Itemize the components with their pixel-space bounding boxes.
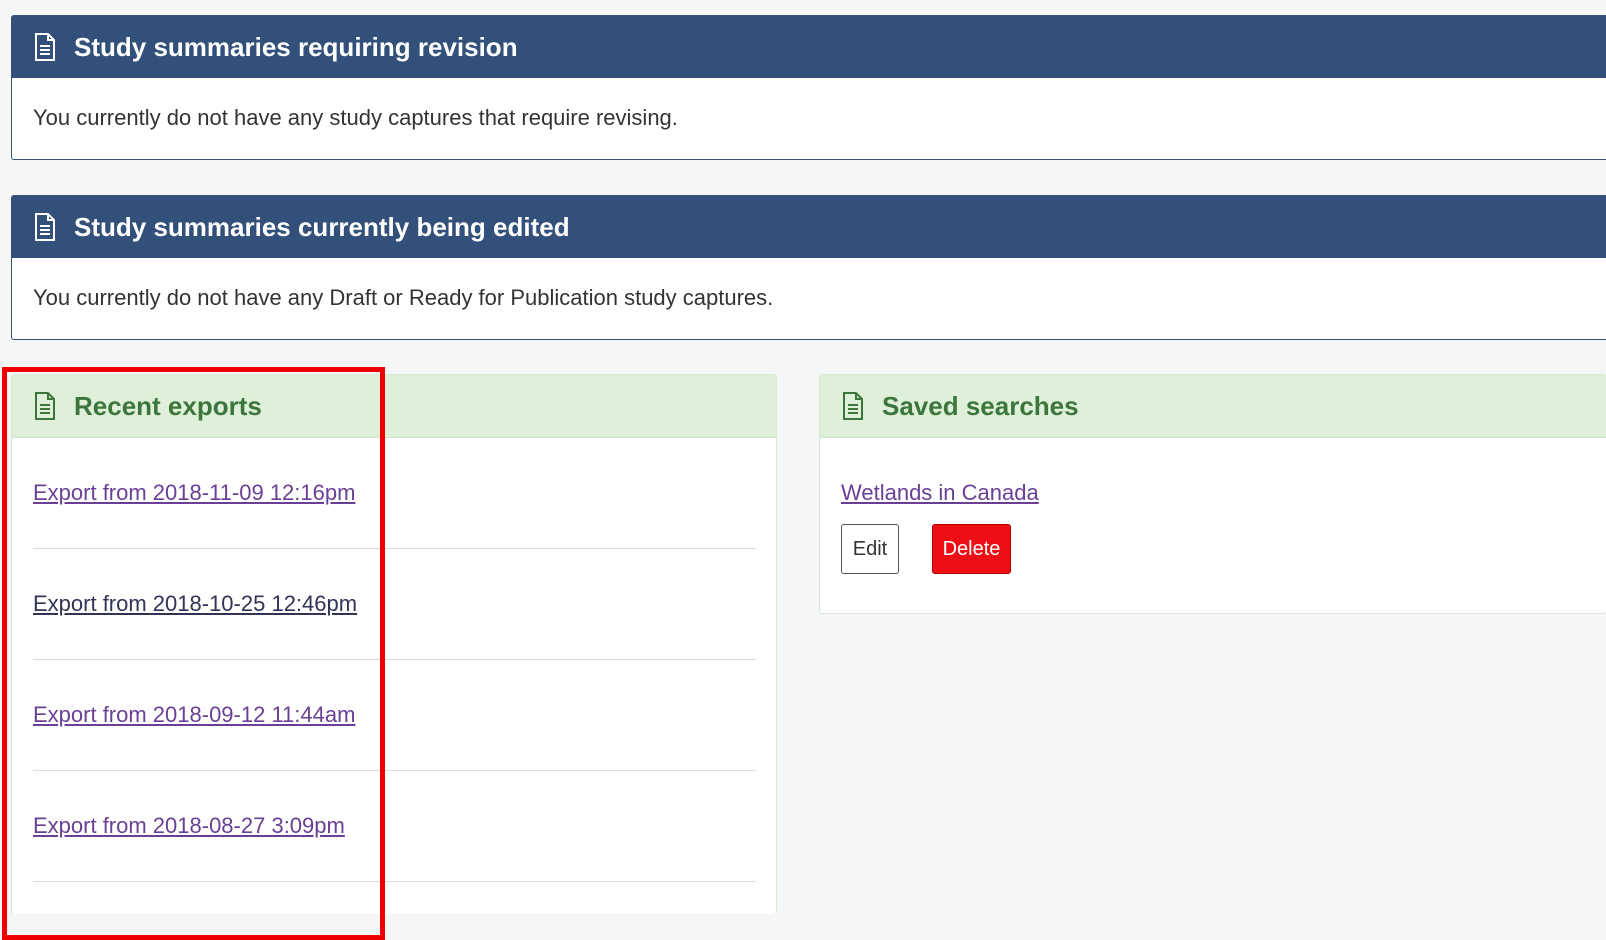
saved-search-link[interactable]: Wetlands in Canada [841, 480, 1039, 506]
document-icon [32, 212, 58, 242]
list-item: Export from 2018-10-25 12:46pm [33, 549, 756, 660]
recent-exports-title: Recent exports [74, 390, 262, 421]
export-link[interactable]: Export from 2018-08-27 3:09pm [33, 813, 345, 839]
export-link[interactable]: Export from 2018-09-12 11:44am [33, 702, 355, 728]
document-icon [840, 391, 866, 421]
export-list: Export from 2018-11-09 12:16pm Export fr… [12, 438, 776, 882]
list-item: Export from 2018-11-09 12:16pm [33, 438, 756, 549]
revision-panel: Study summaries requiring revision You c… [11, 15, 1606, 160]
saved-searches-header: Saved searches [820, 375, 1606, 438]
saved-searches-panel: Saved searches Wetlands in Canada Edit D… [819, 374, 1606, 614]
saved-searches-title: Saved searches [882, 390, 1079, 421]
edit-button[interactable]: Edit [841, 524, 899, 574]
edited-panel: Study summaries currently being edited Y… [11, 195, 1606, 340]
list-item: Export from 2018-09-12 11:44am [33, 660, 756, 771]
document-icon [32, 32, 58, 62]
export-link[interactable]: Export from 2018-11-09 12:16pm [33, 480, 355, 506]
recent-exports-panel: Recent exports Export from 2018-11-09 12… [11, 374, 777, 914]
saved-searches-body: Wetlands in Canada Edit Delete [820, 438, 1606, 574]
recent-exports-header: Recent exports [12, 375, 776, 438]
delete-button[interactable]: Delete [932, 524, 1011, 574]
revision-panel-title: Study summaries requiring revision [74, 31, 518, 62]
saved-search-actions: Edit Delete [841, 524, 1585, 574]
revision-panel-header: Study summaries requiring revision [12, 16, 1606, 78]
edited-panel-title: Study summaries currently being edited [74, 211, 570, 242]
list-item: Export from 2018-08-27 3:09pm [33, 771, 756, 882]
revision-panel-message: You currently do not have any study capt… [33, 105, 678, 130]
export-link[interactable]: Export from 2018-10-25 12:46pm [33, 591, 357, 617]
edited-panel-header: Study summaries currently being edited [12, 196, 1606, 258]
edited-panel-message: You currently do not have any Draft or R… [33, 285, 774, 310]
document-icon [32, 391, 58, 421]
